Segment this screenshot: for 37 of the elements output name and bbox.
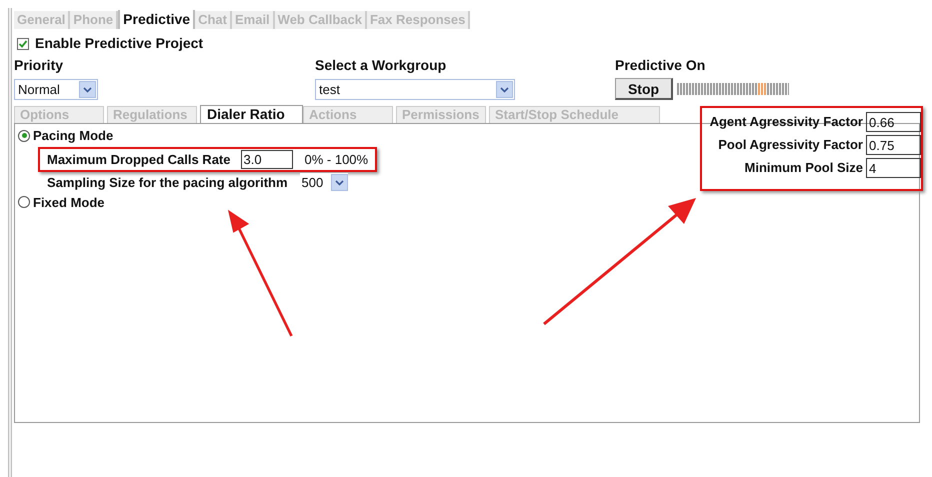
checkbox-label: Enable Predictive Project <box>35 34 204 53</box>
radio-button[interactable] <box>18 196 30 208</box>
tab[interactable]: General <box>14 11 70 29</box>
checkbox[interactable] <box>17 38 29 50</box>
field-label: Pool Agressivity Factor <box>718 136 863 154</box>
field-label: Agent Agressivity Factor <box>710 113 863 132</box>
tab[interactable]: Options <box>14 106 104 123</box>
radio-label: Fixed Mode <box>33 194 105 212</box>
priority-label: Priority <box>14 56 64 75</box>
sampling-dropdown[interactable]: 500 <box>300 173 348 192</box>
tab[interactable]: Dialer Ratio <box>200 105 303 123</box>
tab[interactable]: Predictive <box>118 10 196 29</box>
input-field[interactable]: 0.75 <box>866 135 921 155</box>
tab[interactable]: Permissions <box>396 106 486 123</box>
priority-dropdown[interactable]: Normal <box>14 79 98 100</box>
tab[interactable]: Web Callback <box>274 11 367 29</box>
tab[interactable]: Email <box>232 11 275 29</box>
tab[interactable]: Chat <box>195 11 232 29</box>
tab[interactable]: Phone <box>70 11 118 29</box>
stop-button[interactable]: Stop <box>615 78 673 100</box>
field-label: Minimum Pool Size <box>744 159 863 178</box>
input-field[interactable]: 3.0 <box>240 150 292 169</box>
tab[interactable]: Regulations <box>107 106 197 123</box>
input-field[interactable]: 4 <box>866 158 921 178</box>
range-hint: 0% - 100% <box>304 150 368 168</box>
field-label: Maximum Dropped Calls Rate <box>47 150 230 169</box>
field-label: Sampling Size for the pacing algorithm <box>47 174 288 192</box>
tab[interactable]: Fax Responses <box>366 11 470 29</box>
status-label: Predictive On <box>615 56 706 75</box>
tab[interactable]: Actions <box>303 106 393 123</box>
radio-label: Pacing Mode <box>33 127 114 145</box>
workgroup-label: Select a Workgroup <box>315 56 448 75</box>
tab[interactable]: Start/Stop Schedule <box>489 106 660 123</box>
activity-meter-icon <box>677 83 789 95</box>
input-field[interactable]: 0.66 <box>866 112 921 132</box>
radio-button[interactable] <box>18 130 30 142</box>
workgroup-dropdown[interactable]: test <box>315 79 515 100</box>
